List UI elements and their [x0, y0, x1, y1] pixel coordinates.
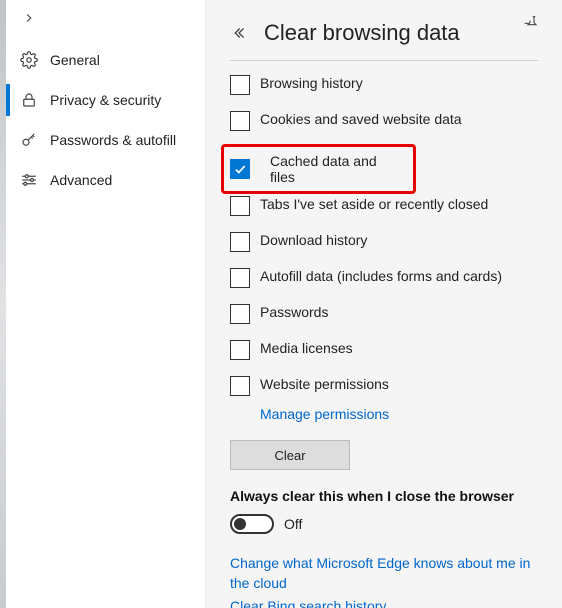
- lock-icon: [20, 91, 38, 109]
- panel-title: Clear browsing data: [264, 20, 460, 46]
- sidebar-item-privacy[interactable]: Privacy & security: [6, 80, 205, 120]
- chevron-right-icon: [22, 11, 36, 30]
- always-clear-title: Always clear this when I close the brows…: [230, 488, 538, 504]
- option-cookies[interactable]: Cookies and saved website data: [230, 111, 538, 147]
- sidebar-expand[interactable]: [6, 0, 205, 40]
- option-label: Media licenses: [260, 340, 353, 356]
- checkbox-list: Browsing history Cookies and saved websi…: [230, 75, 538, 432]
- key-icon: [20, 131, 38, 149]
- option-label: Download history: [260, 232, 367, 248]
- link-bing-history[interactable]: Clear Bing search history: [230, 597, 538, 608]
- option-label: Website permissions: [260, 376, 389, 392]
- option-label: Cached data and files: [270, 153, 405, 185]
- back-icon[interactable]: [230, 24, 248, 42]
- option-media-licenses[interactable]: Media licenses: [230, 340, 538, 376]
- checkbox[interactable]: [230, 111, 250, 131]
- divider: [230, 60, 538, 61]
- option-autofill[interactable]: Autofill data (includes forms and cards): [230, 268, 538, 304]
- checkbox[interactable]: [230, 340, 250, 360]
- checkbox[interactable]: [230, 304, 250, 324]
- toggle-knob: [234, 518, 246, 530]
- clear-browsing-data-panel: Clear browsing data Browsing history Coo…: [206, 0, 562, 608]
- pin-icon[interactable]: [522, 14, 538, 30]
- sidebar-item-general[interactable]: General: [6, 40, 205, 80]
- option-passwords[interactable]: Passwords: [230, 304, 538, 340]
- manage-permissions-link[interactable]: Manage permissions: [260, 406, 538, 422]
- sidebar-item-label: Privacy & security: [50, 92, 161, 108]
- sidebar-item-label: General: [50, 52, 100, 68]
- panel-header: Clear browsing data: [230, 20, 538, 46]
- clear-button[interactable]: Clear: [230, 440, 350, 470]
- sidebar-item-label: Advanced: [50, 172, 112, 188]
- checkbox[interactable]: [230, 376, 250, 396]
- checkbox[interactable]: [230, 268, 250, 288]
- checkbox-checked[interactable]: [230, 159, 250, 179]
- option-download-history[interactable]: Download history: [230, 232, 538, 268]
- checkbox[interactable]: [230, 196, 250, 216]
- settings-sidebar: General Privacy & security Passwords & a…: [6, 0, 206, 608]
- option-label: Autofill data (includes forms and cards): [260, 268, 502, 284]
- option-label: Browsing history: [260, 75, 363, 91]
- link-edge-cloud[interactable]: Change what Microsoft Edge knows about m…: [230, 554, 538, 593]
- checkbox[interactable]: [230, 75, 250, 95]
- gear-icon: [20, 51, 38, 69]
- option-label: Cookies and saved website data: [260, 111, 462, 127]
- option-browsing-history[interactable]: Browsing history: [230, 75, 538, 111]
- option-tabs-set-aside[interactable]: Tabs I've set aside or recently closed: [230, 196, 538, 232]
- option-cached-data[interactable]: Cached data and files: [221, 144, 416, 194]
- option-label: Tabs I've set aside or recently closed: [260, 196, 488, 212]
- sidebar-item-advanced[interactable]: Advanced: [6, 160, 205, 200]
- option-label: Passwords: [260, 304, 328, 320]
- footer-links: Change what Microsoft Edge knows about m…: [230, 554, 538, 608]
- sidebar-item-label: Passwords & autofill: [50, 132, 176, 148]
- toggle-label: Off: [284, 516, 302, 532]
- checkbox[interactable]: [230, 232, 250, 252]
- sidebar-item-passwords[interactable]: Passwords & autofill: [6, 120, 205, 160]
- toggle-off[interactable]: [230, 514, 274, 534]
- always-clear-toggle-row: Off: [230, 514, 538, 534]
- sliders-icon: [20, 171, 38, 189]
